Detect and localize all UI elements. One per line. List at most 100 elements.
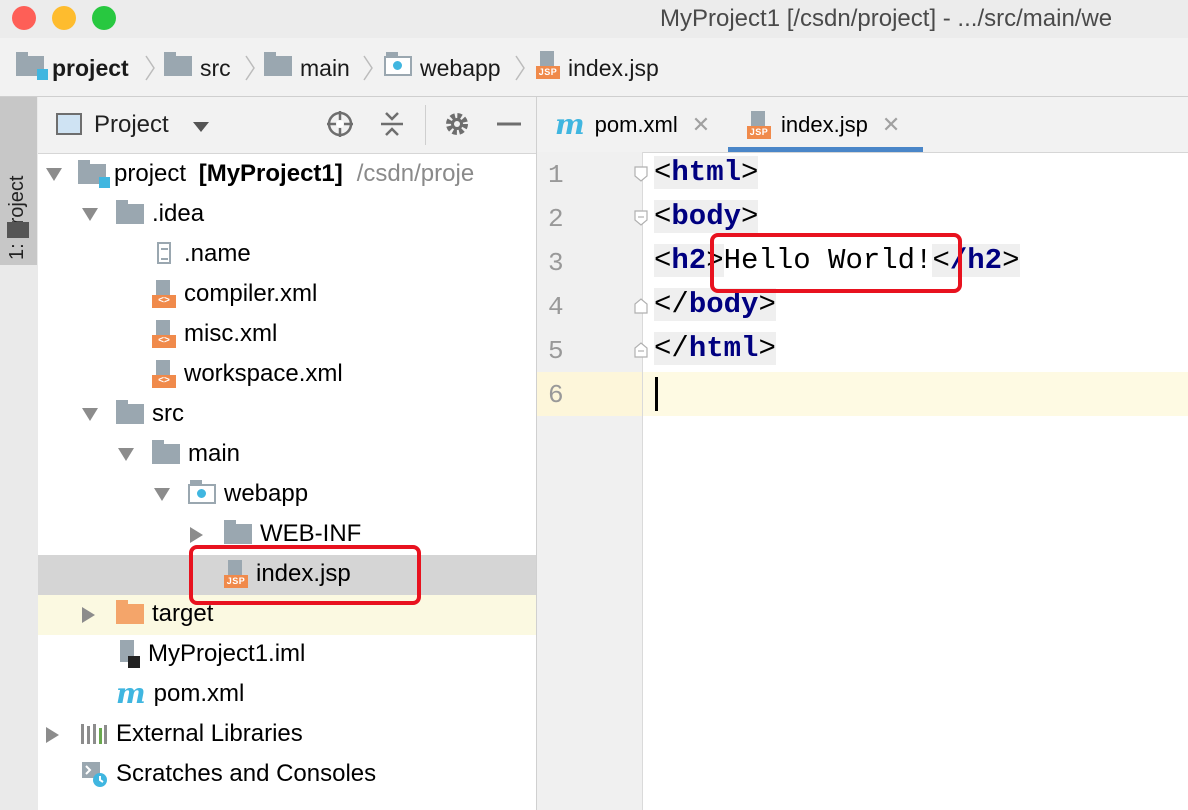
fold-marker-icon[interactable] — [634, 166, 648, 182]
expand-arrow-icon[interactable] — [154, 488, 170, 501]
folder-icon — [224, 520, 252, 544]
project-view-icon — [56, 113, 82, 135]
folder-icon — [152, 440, 180, 464]
tree-item-iml[interactable]: MyProject1.iml — [38, 635, 536, 675]
excluded-folder-icon — [116, 600, 144, 624]
collapse-arrow-icon[interactable] — [82, 607, 95, 623]
maven-icon: m — [555, 107, 585, 141]
collapse-arrow-icon[interactable] — [46, 727, 59, 743]
tree-item-pom-xml[interactable]: m pom.xml — [38, 675, 536, 715]
minimize-window-button[interactable] — [52, 6, 76, 30]
xml-file-icon: <> — [152, 320, 176, 348]
tree-label: src — [152, 400, 184, 427]
tree-item-webapp[interactable]: webapp — [38, 475, 536, 515]
module-folder-icon — [78, 160, 110, 188]
collapse-arrow-icon[interactable] — [190, 527, 203, 543]
tree-label: project — [114, 160, 187, 187]
project-view-selector[interactable]: Project — [94, 111, 169, 139]
folder-icon — [116, 400, 144, 424]
tree-label: webapp — [224, 480, 309, 507]
breadcrumb: project src main webapp JSP index.jsp — [0, 38, 1188, 97]
active-tab-indicator — [728, 147, 923, 152]
breadcrumb-label: main — [300, 54, 350, 81]
module-file-icon — [116, 640, 140, 668]
web-folder-icon — [384, 51, 412, 82]
close-window-button[interactable] — [12, 6, 36, 30]
tree-label: pom.xml — [153, 680, 245, 707]
zoom-window-button[interactable] — [92, 6, 116, 30]
scratches-icon — [80, 760, 108, 788]
line-number: 2 — [548, 204, 564, 234]
close-icon[interactable]: ✕ — [882, 112, 900, 138]
jsp-file-icon: JSP — [536, 51, 560, 85]
window-title: MyProject1 [/csdn/project] - .../src/mai… — [660, 5, 1113, 32]
tree-item-project[interactable]: project [MyProject1] /csdn/proje — [38, 155, 536, 195]
code-line-5[interactable]: </html> — [654, 332, 776, 365]
breadcrumb-item-index-jsp[interactable]: JSP index.jsp — [536, 51, 659, 85]
tree-item-main[interactable]: main — [38, 435, 536, 475]
tree-label: External Libraries — [116, 720, 303, 747]
tree-item-workspace-xml[interactable]: <> workspace.xml — [38, 355, 536, 395]
tab-pom-xml[interactable]: m pom.xml ✕ — [555, 97, 710, 152]
highlight-box-index-jsp — [189, 545, 421, 605]
highlight-box-hello-world — [710, 233, 962, 293]
tree-label: main — [188, 440, 241, 467]
expand-arrow-icon[interactable] — [46, 168, 62, 181]
locate-target-icon[interactable] — [325, 109, 355, 139]
tree-label: MyProject1.iml — [148, 640, 306, 667]
breadcrumb-label: index.jsp — [568, 54, 659, 81]
module-name: [MyProject1] — [198, 160, 343, 187]
project-panel-header: Project — [38, 97, 536, 154]
code-line-2[interactable]: <body> — [654, 200, 759, 233]
breadcrumb-item-webapp[interactable]: webapp — [384, 51, 501, 82]
collapse-all-icon[interactable] — [377, 109, 407, 139]
tree-item-name-file[interactable]: .name — [38, 235, 536, 275]
breadcrumb-label: webapp — [420, 54, 501, 81]
tree-item-idea[interactable]: .idea — [38, 195, 536, 235]
expand-arrow-icon[interactable] — [82, 208, 98, 221]
chevron-right-icon — [145, 55, 155, 81]
tree-label: Scratches and Consoles — [116, 760, 377, 787]
tree-item-misc-xml[interactable]: <> misc.xml — [38, 315, 536, 355]
jsp-file-icon: JSP — [747, 110, 771, 139]
toolbar-divider — [425, 105, 426, 145]
line-number: 6 — [548, 380, 564, 410]
fold-marker-icon[interactable] — [634, 342, 648, 358]
tree-label: .idea — [152, 200, 205, 227]
folder-icon — [7, 222, 29, 238]
folder-icon — [116, 200, 144, 224]
tab-index-jsp[interactable]: JSP index.jsp ✕ — [747, 97, 900, 152]
tree-item-src[interactable]: src — [38, 395, 536, 435]
code-line-1[interactable]: <html> — [654, 156, 759, 189]
fold-marker-icon[interactable] — [634, 210, 648, 226]
chevron-right-icon — [363, 55, 373, 81]
tree-label: misc.xml — [184, 320, 278, 347]
breadcrumb-label: src — [200, 54, 231, 81]
text-caret — [655, 377, 658, 411]
tree-item-scratches[interactable]: Scratches and Consoles — [38, 755, 536, 795]
folder-icon — [264, 51, 292, 82]
tree-label: .name — [184, 240, 251, 267]
library-icon — [80, 722, 108, 746]
chevron-down-icon[interactable] — [193, 122, 209, 132]
web-folder-icon — [188, 480, 216, 504]
tab-label: index.jsp — [781, 111, 868, 137]
gear-icon[interactable] — [442, 109, 472, 139]
tree-label: WEB-INF — [260, 520, 362, 547]
breadcrumb-item-main[interactable]: main — [264, 51, 350, 82]
minimize-panel-icon[interactable] — [494, 109, 524, 139]
tree-item-external-libraries[interactable]: External Libraries — [38, 715, 536, 755]
fold-marker-icon[interactable] — [634, 298, 648, 314]
line-number: 3 — [548, 248, 564, 278]
expand-arrow-icon[interactable] — [118, 448, 134, 461]
line-number: 1 — [548, 160, 564, 190]
breadcrumb-item-src[interactable]: src — [164, 51, 231, 82]
breadcrumb-item-project[interactable]: project — [16, 51, 129, 82]
close-icon[interactable]: ✕ — [692, 112, 710, 138]
maven-icon: m — [116, 677, 146, 710]
expand-arrow-icon[interactable] — [82, 408, 98, 421]
tree-label: workspace.xml — [184, 360, 343, 387]
line-number: 5 — [548, 336, 564, 366]
xml-file-icon: <> — [152, 280, 176, 308]
tree-item-compiler-xml[interactable]: <> compiler.xml — [38, 275, 536, 315]
